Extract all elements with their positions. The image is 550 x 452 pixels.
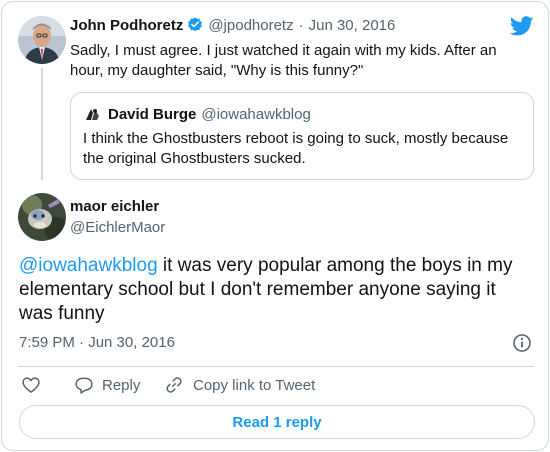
heart-icon (21, 375, 41, 395)
main-author-name[interactable]: maor eichler (70, 198, 159, 215)
parent-tweet-date[interactable]: Jun 30, 2016 (309, 17, 396, 34)
quoted-tweet[interactable]: David Burge @iowahawkblog I think the Gh… (70, 92, 534, 180)
main-tweet-text: @iowahawkblog it was very popular among … (19, 254, 519, 326)
main-tweet-timestamp[interactable]: 7:59 PM · Jun 30, 2016 (19, 334, 175, 351)
parent-tweet-text: Sadly, I must agree. I just watched it a… (70, 42, 497, 79)
quoted-author-name: David Burge (108, 105, 197, 123)
quoted-tweet-header: David Burge @iowahawkblog (83, 104, 311, 124)
parent-tweet-header: John Podhoretz @jpodhoretz · Jun 30, 201… (70, 16, 395, 34)
reply-button[interactable]: Reply (74, 374, 140, 396)
link-icon (164, 375, 184, 395)
parent-author-name[interactable]: John Podhoretz (70, 17, 183, 34)
read-reply-label: Read 1 reply (232, 413, 322, 431)
reply-label: Reply (102, 376, 141, 394)
parent-date-separator: · (298, 16, 304, 34)
verified-badge-icon (186, 16, 204, 34)
quoted-tweet-text: I think the Ghostbusters reboot is going… (83, 130, 509, 167)
avatar-maor-eichler[interactable] (18, 193, 66, 241)
reply-bubble-icon (74, 375, 94, 395)
read-reply-button[interactable]: Read 1 reply (19, 405, 535, 439)
quoted-author-avatar (83, 104, 103, 124)
main-author-handle[interactable]: @EichlerMaor (70, 219, 165, 236)
mention-link[interactable]: @iowahawkblog (19, 255, 158, 276)
parent-author-handle[interactable]: @jpodhoretz (208, 17, 293, 34)
like-button[interactable] (21, 374, 41, 396)
twitter-bird-icon[interactable] (509, 14, 534, 43)
actions-divider (18, 366, 534, 367)
tweet-embed-card: John Podhoretz @jpodhoretz · Jun 30, 201… (1, 1, 549, 451)
thread-connector-line (41, 68, 43, 180)
copy-link-button[interactable]: Copy link to Tweet (164, 374, 315, 396)
copy-link-label: Copy link to Tweet (193, 376, 316, 394)
info-icon[interactable] (512, 333, 532, 358)
avatar-john-podhoretz[interactable] (18, 16, 66, 64)
quoted-author-handle: @iowahawkblog (201, 105, 311, 123)
